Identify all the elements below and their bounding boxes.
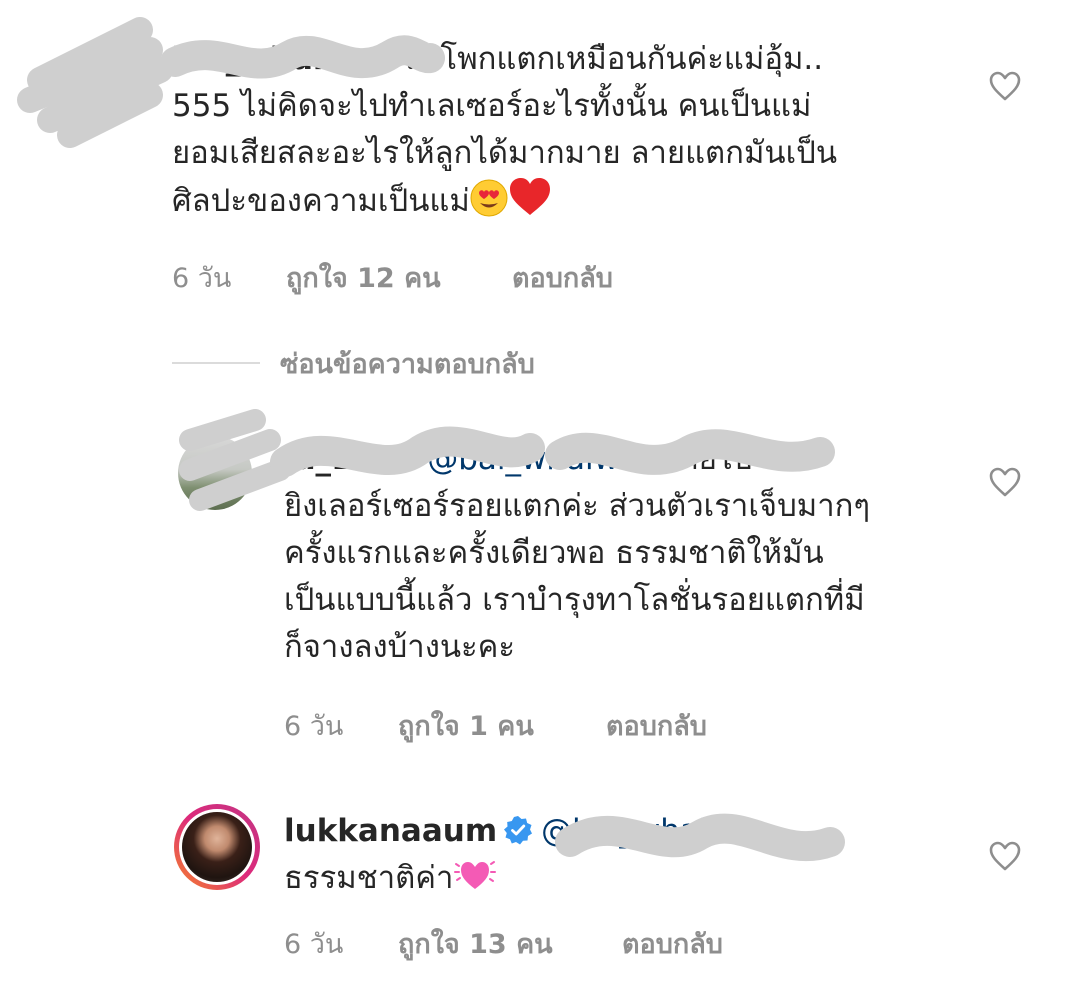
heart-icon[interactable]	[988, 840, 1022, 872]
comment-1: bai_whaiwan สะโพกแตกเหมือนกันค่ะแม่อุ้ม.…	[0, 0, 1080, 310]
comment-username[interactable]: bai_whaiwan	[172, 41, 395, 77]
verified-badge-icon	[504, 816, 533, 845]
comment-text-line: สะโพกแตกเหมือนกันค่ะแม่อุ้ม..	[404, 41, 824, 77]
story-ring[interactable]	[174, 804, 260, 890]
comment-likes[interactable]: ถูกใจ 1 คน	[398, 704, 534, 747]
comment-line-2: ธรรมชาติค่า	[284, 855, 984, 908]
avatar[interactable]	[179, 809, 255, 885]
comment-text-line: ธรรมชาติค่า	[284, 860, 454, 896]
comment-text-line: เคยไป	[667, 441, 753, 477]
reply-button[interactable]: ตอบกลับ	[512, 256, 613, 299]
comment-likes[interactable]: ถูกใจ 13 คน	[398, 922, 553, 965]
comment-time: 6 วัน	[284, 929, 344, 960]
comment-text: lukkanaaum @bai_whaiwan ธรรมชาติค่า	[284, 808, 984, 908]
red-heart-emoji	[508, 177, 552, 231]
comment-line-1: ja_1990 @bai_whaiwan เคยไป	[284, 436, 984, 483]
reply-button[interactable]: ตอบกลับ	[622, 922, 723, 965]
sparkling-heart-emoji	[453, 856, 497, 908]
comment-username[interactable]: ja_1990	[284, 441, 417, 477]
comment-mention[interactable]: @bai_whaiwan	[427, 441, 657, 477]
comment-text-line: ศิลปะของความเป็นแม่	[172, 183, 470, 219]
heart-eyes-emoji	[470, 179, 508, 231]
comment-likes[interactable]: ถูกใจ 12 คน	[286, 256, 441, 299]
comment-text-line: ก็จางลงบ้างนะคะ	[284, 629, 516, 665]
avatar[interactable]	[178, 436, 252, 510]
comment-text-line: เป็นแบบนี้แล้ว เราบำรุงทาโลชั่นรอยแตกที่…	[284, 582, 865, 618]
comment-time: 6 วัน	[284, 711, 344, 742]
reply-button[interactable]: ตอบกลับ	[606, 704, 707, 747]
comment-line-1: lukkanaaum @bai_whaiwan	[284, 808, 984, 855]
comment-line-1: bai_whaiwan สะโพกแตกเหมือนกันค่ะแม่อุ้ม.…	[172, 36, 972, 83]
comment-mention[interactable]: @bai_whaiwan	[541, 813, 771, 849]
hide-replies-label: ซ่อนข้อความตอบกลับ	[280, 348, 535, 380]
divider	[172, 362, 260, 364]
comment-text-line: ครั้งแรกและครั้งเดียวพอ ธรรมชาติให้มัน	[284, 535, 824, 571]
comment-text-line: ยอมเสียสละอะไรให้ลูกได้มากมาย ลายแตกมันเ…	[172, 135, 838, 171]
comment-text: ja_1990 @bai_whaiwan เคยไป ยิงเลอร์เซอร์…	[284, 436, 984, 671]
comment-username[interactable]: lukkanaaum	[284, 813, 497, 849]
comment-text-line: 555 ไม่คิดจะไปทำเลเซอร์อะไรทั้งนั้น คนเป…	[172, 88, 812, 124]
comment-text: bai_whaiwan สะโพกแตกเหมือนกันค่ะแม่อุ้ม.…	[172, 36, 972, 231]
heart-icon[interactable]	[988, 466, 1022, 498]
comment-text-line: ยิงเลอร์เซอร์รอยแตกค่ะ ส่วนตัวเราเจ็บมาก…	[284, 488, 871, 524]
comment-time: 6 วัน	[172, 263, 232, 294]
avatar[interactable]	[64, 42, 138, 116]
heart-icon[interactable]	[988, 70, 1022, 102]
hide-replies-button[interactable]: ซ่อนข้อความตอบกลับ	[172, 340, 535, 386]
comment-line-4: ศิลปะของความเป็นแม่	[172, 177, 972, 231]
